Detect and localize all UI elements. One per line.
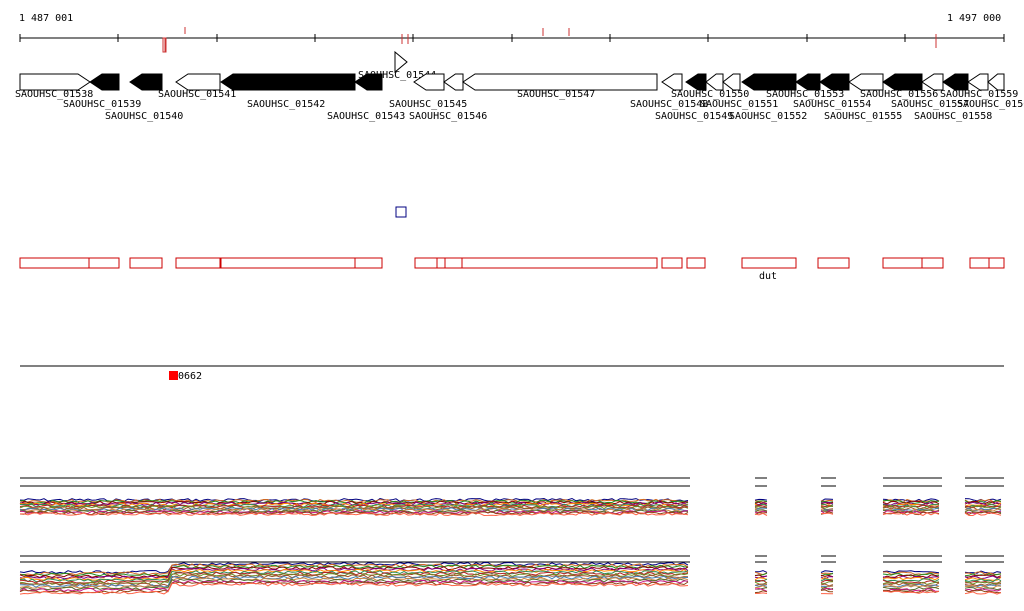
gene-arrow [705,73,724,91]
expression-trace [20,512,689,517]
annotation-box [414,257,438,269]
gene-label: SAOUHSC_01547 [517,89,595,100]
expression-trace-tracks [19,477,1004,595]
gene-arrow [722,73,741,91]
annotation-box [175,257,221,269]
expression-trace [754,592,768,594]
expression-trace [754,498,768,501]
gene-label: SAOUHSC_01552 [729,111,807,122]
gene-label: SAOUHSC_01541 [158,89,236,100]
gene-label: SAOUHSC_01543 [327,111,405,122]
gene-arrow [129,73,163,91]
marker-square [395,206,407,218]
gene-label: SAOUHSC_01542 [247,99,325,110]
annotation-box [444,257,463,269]
gene-arrow [848,73,884,91]
gene-arrow [89,73,120,91]
gene-label: SAOUHSC_01558 [914,111,992,122]
gene-label: SAOUHSC_01549 [655,111,733,122]
annotation-box [129,257,163,269]
gene-label: SAOUHSC_01554 [793,99,871,110]
genome-browser-view: 1 487 001 1 497 000 SAOUHSC_01538 SAOUHSC… [0,0,1024,611]
annotation-box [661,257,683,269]
expression-trace [820,499,834,502]
feature-track: 0662 [20,365,1004,382]
annotation-box [686,257,706,269]
annotation-box [436,257,446,269]
gene-arrow [882,73,923,91]
gene-arrow [795,73,821,91]
annotation-box-track: dut [19,257,1005,282]
expression-trace [820,589,833,593]
gene-arrow [942,73,969,91]
gene-label: SAOUHSC_01539 [63,99,141,110]
annotation-box [921,257,944,269]
track-canvas: SAOUHSC_01538SAOUHSC_01539SAOUHSC_01540S… [15,27,1024,595]
annotation-box [882,257,923,269]
gene-label: SAOUHSC_01560 [957,99,1024,110]
gene-label: SAOUHSC_01548 [630,99,708,110]
gene-label: SAOUHSC_01545 [389,99,467,110]
annotation-box [969,257,990,269]
feature-block [169,371,178,380]
gene-arrow [685,73,707,91]
gene-arrow [819,73,850,91]
annotation-box [461,257,658,269]
gene-arrow [394,50,408,74]
gene-track: SAOUHSC_01538SAOUHSC_01539SAOUHSC_01540S… [15,50,1024,122]
annotation-box [88,257,120,269]
gene-arrow [741,73,797,91]
gene-arrow [175,73,221,91]
expression-trace [820,583,834,587]
gene-arrow [462,73,658,91]
gene-arrow [661,73,683,91]
gene-arrow [220,73,356,91]
gene-label: SAOUHSC_01540 [105,111,183,122]
expression-trace [754,590,768,594]
gene-arrow [443,73,464,91]
annotation-box [988,257,1005,269]
gene-arrow [19,73,91,91]
annotation-box [354,257,383,269]
expression-trace [755,570,768,573]
gene-arrow [987,73,1005,91]
gene-label-dut: dut [759,271,777,282]
annotation-box [817,257,850,269]
gene-label: SAOUHSC_01551 [700,99,778,110]
gene-arrow [967,73,989,91]
expression-trace [964,501,1002,506]
gene-label: SAOUHSC_01546 [409,111,487,122]
feature-label: 0662 [178,371,202,382]
annotation-box [19,257,90,269]
coordinate-ruler [19,27,1005,53]
annotation-box [741,257,797,269]
marker-track [395,206,407,218]
gene-arrow [921,73,944,91]
expression-trace [820,570,834,573]
gene-label: SAOUHSC_01555 [824,111,902,122]
annotation-box [220,257,356,269]
